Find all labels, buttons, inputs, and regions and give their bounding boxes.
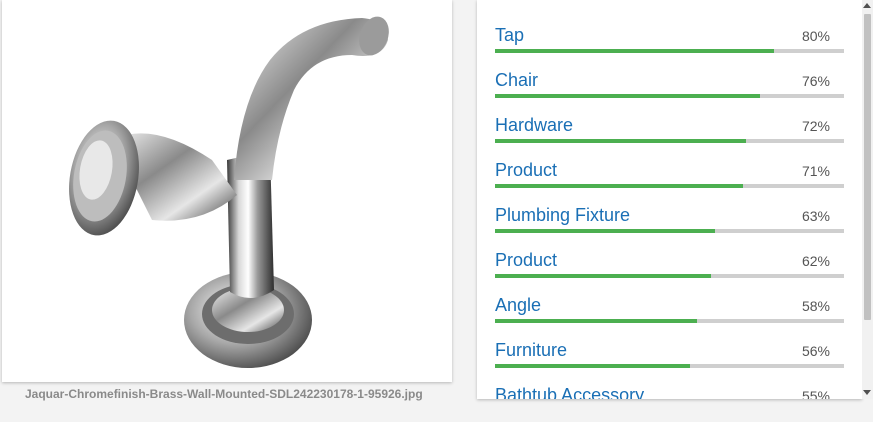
label-score: 72% [801, 118, 830, 134]
label-score: 76% [801, 73, 830, 89]
label-row: Angle 58% [495, 270, 844, 323]
label-name: Angle [495, 295, 542, 315]
label-name: Hardware [495, 115, 574, 135]
image-preview-card [2, 0, 452, 382]
label-row: Furniture 56% [495, 315, 844, 368]
label-row: Product 71% [495, 135, 844, 188]
scroll-up-arrow-icon[interactable] [863, 3, 871, 8]
label-results-panel: Tap 80% Chair 76% Hardware 72% Product 7… [477, 0, 862, 399]
label-score: 58% [801, 298, 830, 314]
label-row: Tap 80% [495, 0, 844, 53]
label-score: 62% [801, 253, 830, 269]
label-row: Hardware 72% [495, 90, 844, 143]
label-score: 56% [801, 343, 830, 359]
scrollbar-thumb[interactable] [864, 14, 871, 320]
label-score: 71% [801, 163, 830, 179]
label-row: Chair 76% [495, 45, 844, 98]
label-name: Tap [495, 25, 525, 45]
label-name: Bathtub Accessory [495, 385, 645, 399]
label-score: 80% [801, 28, 830, 44]
label-name: Product [495, 250, 558, 270]
faucet-image [69, 16, 389, 368]
vertical-scrollbar[interactable] [862, 0, 873, 399]
label-row: Plumbing Fixture 63% [495, 180, 844, 233]
image-filename: Jaquar-Chromefinish-Brass-Wall-Mounted-S… [25, 387, 423, 401]
label-row: Bathtub Accessory 55% [495, 360, 844, 399]
label-name: Chair [495, 70, 539, 90]
label-row: Product 62% [495, 225, 844, 278]
label-score: 63% [801, 208, 830, 224]
label-score: 55% [801, 388, 830, 399]
label-name: Furniture [495, 340, 568, 360]
label-name: Plumbing Fixture [495, 205, 631, 225]
scroll-down-arrow-icon[interactable] [863, 390, 871, 395]
label-name: Product [495, 160, 558, 180]
